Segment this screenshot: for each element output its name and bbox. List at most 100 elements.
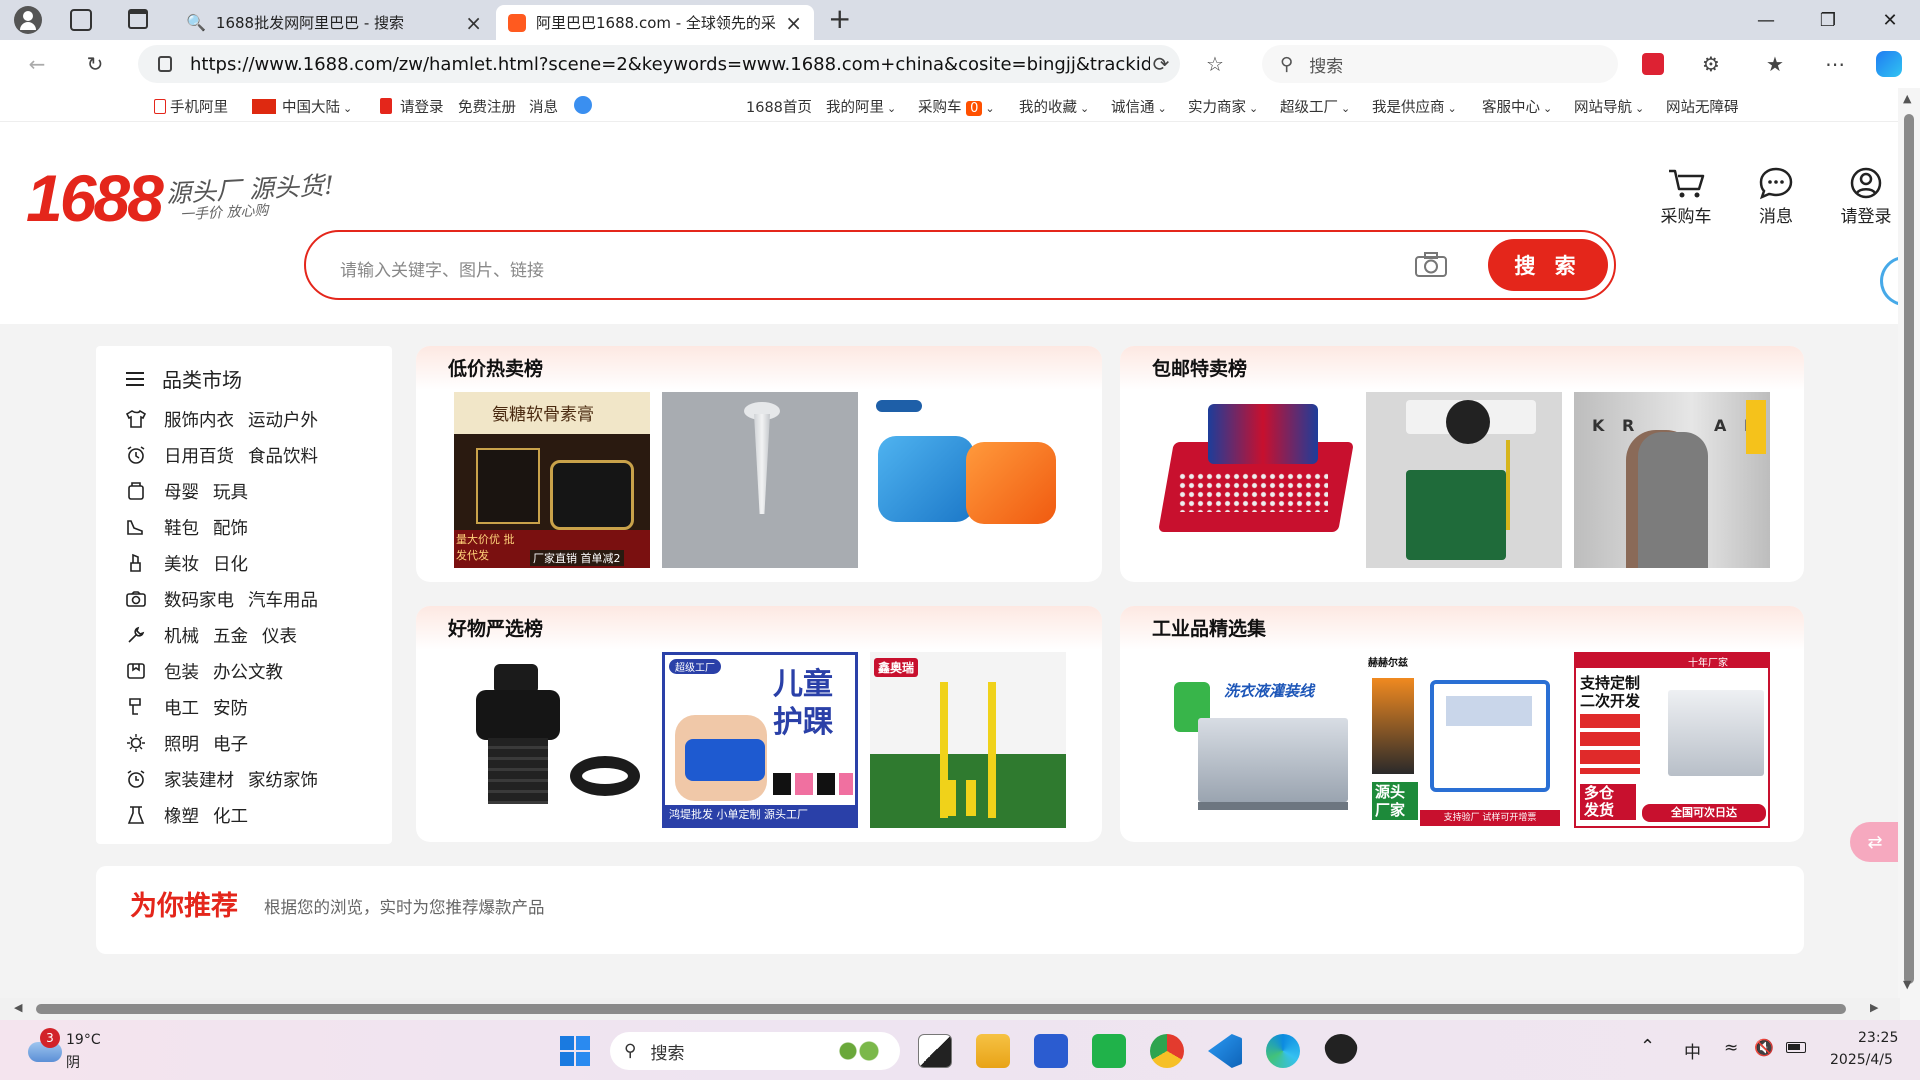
login-link[interactable]: 请登录 (380, 96, 444, 117)
furnace-machine-image[interactable]: 赫赫尔兹 源头厂家 支持验厂 试样可开增票 (1366, 652, 1562, 828)
card-title[interactable]: 工业品精选集 (1152, 614, 1266, 641)
card-title[interactable]: 好物严选榜 (448, 614, 543, 641)
header-messages-button[interactable]: 消息 (1738, 166, 1814, 227)
taskbar-search-input[interactable]: ⚲ 搜索 (610, 1032, 900, 1070)
scroll-right-arrow-icon[interactable]: ▶ (1870, 1001, 1878, 1014)
scroll-left-arrow-icon[interactable]: ◀ (14, 1001, 22, 1014)
horizontal-scrollbar[interactable]: ◀ ▶ (0, 998, 1900, 1020)
card-title[interactable]: 包邮特卖榜 (1152, 354, 1247, 381)
ww-chat-icon[interactable] (574, 96, 592, 118)
back-arrow-icon[interactable]: ← (22, 50, 52, 78)
messages-link[interactable]: 消息 (529, 96, 558, 117)
qq-icon[interactable] (1324, 1034, 1358, 1068)
start-button[interactable] (560, 1036, 590, 1066)
category-row[interactable]: 家装建材 家纺家饰 (126, 766, 332, 792)
category-row[interactable]: 母婴 玩具 (126, 478, 262, 504)
new-tab-button[interactable]: + (828, 2, 851, 35)
workspaces-icon[interactable] (70, 9, 92, 31)
region-selector[interactable]: 中国大陆 ⌄ (252, 96, 352, 117)
nav-my-ali-link[interactable]: 我的阿里 ⌄ (826, 96, 896, 117)
translate-float-icon[interactable]: ⇄ (1850, 822, 1900, 862)
chevron-up-icon[interactable]: ⌃ (1640, 1036, 1655, 1057)
file-explorer-icon[interactable] (976, 1034, 1010, 1068)
read-aloud-icon[interactable]: ⟳ (1146, 50, 1176, 78)
wifi-icon[interactable]: ≈ (1724, 1038, 1738, 1058)
category-row[interactable]: 鞋包 配饰 (126, 514, 262, 540)
vscode-icon[interactable] (1208, 1034, 1242, 1068)
nav-favorites-link[interactable]: 我的收藏 ⌄ (1019, 96, 1089, 117)
plastic-fitting-image[interactable] (454, 652, 650, 828)
nav-supplier-link[interactable]: 我是供应商 ⌄ (1372, 96, 1457, 117)
search-input[interactable]: 请输入关键字、图片、链接 (340, 256, 544, 281)
restore-button[interactable]: ❐ (1808, 6, 1848, 34)
copilot-icon[interactable] (1874, 50, 1904, 78)
nav-home-link[interactable]: 1688首页 (746, 96, 812, 117)
category-row[interactable]: 数码家电 汽车用品 (126, 586, 332, 612)
site-logo[interactable]: 1688 (26, 160, 164, 236)
close-window-button[interactable]: ✕ (1870, 6, 1910, 34)
edge-icon[interactable] (1266, 1034, 1300, 1068)
more-options-icon[interactable]: ⋯ (1820, 50, 1850, 78)
tab-1688[interactable]: 阿里巴巴1688.com - 全球领先的采 × (496, 5, 814, 40)
nav-strong-merchant-link[interactable]: 实力商家 ⌄ (1188, 96, 1258, 117)
filling-machine-image[interactable]: 洗衣液灌装线 (1158, 652, 1354, 828)
ime-indicator[interactable]: 中 (1684, 1038, 1701, 1063)
battery-icon[interactable] (1786, 1042, 1806, 1053)
tank-top-image[interactable]: K R A R (1574, 392, 1770, 568)
volleyball-posts-image[interactable]: 鑫奥瑞 (870, 652, 1066, 828)
nav-service-link[interactable]: 客服中心 ⌄ (1482, 96, 1552, 117)
category-row[interactable]: 日用百货 食品饮料 (126, 442, 332, 468)
nav-sitemap-link[interactable]: 网站导航 ⌄ (1574, 96, 1644, 117)
nav-chengxintong-link[interactable]: 诚信通 ⌄ (1111, 96, 1167, 117)
tab-actions-icon[interactable] (128, 9, 148, 29)
category-row[interactable]: 电工 安防 (126, 694, 262, 720)
ointment-jar-image[interactable]: 氨糖软骨素膏 量大价优 批发代发 厂家直销 首单减2 (454, 392, 650, 568)
weather-widget[interactable]: 3 19°C 阴 (22, 1028, 122, 1074)
nav-cart-link[interactable]: 采购车 0 ⌄ (918, 96, 995, 117)
inflatable-castle-image[interactable] (1158, 392, 1354, 568)
scroll-thumb[interactable] (1904, 114, 1914, 984)
wechat-work-icon[interactable] (1092, 1034, 1126, 1068)
extensions-icon[interactable]: ⚙ (1696, 50, 1726, 78)
scroll-down-arrow-icon[interactable]: ▼ (1903, 978, 1911, 991)
category-row[interactable]: 服饰内衣 运动户外 (126, 406, 332, 432)
microsoft-store-icon[interactable] (1034, 1034, 1068, 1068)
plastic-peg-image[interactable] (662, 392, 858, 568)
volume-muted-icon[interactable]: 🔇 (1754, 1038, 1774, 1057)
nav-super-factory-link[interactable]: 超级工厂 ⌄ (1280, 96, 1350, 117)
translate-extension-icon[interactable] (1638, 50, 1668, 78)
ankle-brace-image[interactable]: 超级工厂 儿童 护踝 鸿堤批发 小单定制 源头工厂 (662, 652, 858, 828)
mobile-ali-link[interactable]: 手机阿里 (154, 96, 228, 117)
camera-icon[interactable] (1414, 252, 1448, 278)
laser-marker-image[interactable]: 十年厂家 支持定制 二次开发 多仓 发货 全国可次日达 (1574, 652, 1770, 828)
minimize-button[interactable]: — (1746, 6, 1786, 34)
register-link[interactable]: 免费注册 (458, 96, 516, 117)
header-cart-button[interactable]: 采购车 (1648, 166, 1724, 227)
scroll-thumb[interactable] (36, 1004, 1846, 1014)
clock-time[interactable]: 23:25 (1858, 1030, 1898, 1046)
close-icon[interactable]: × (785, 11, 802, 35)
category-row[interactable]: 机械 五金 仪表 (126, 622, 311, 648)
card-title[interactable]: 低价热卖榜 (448, 354, 543, 381)
refresh-icon[interactable]: ↻ (80, 50, 110, 78)
nav-accessibility-link[interactable]: 网站无障碍 (1666, 96, 1739, 117)
task-view-icon[interactable] (918, 1034, 952, 1068)
header-login-button[interactable]: 请登录 (1828, 166, 1904, 227)
chrome-icon[interactable] (1150, 1034, 1184, 1068)
swim-armbands-image[interactable] (870, 392, 1066, 568)
scroll-up-arrow-icon[interactable]: ▲ (1903, 92, 1911, 105)
category-row[interactable]: 照明 电子 (126, 730, 262, 756)
favorite-star-icon[interactable]: ☆ (1200, 50, 1230, 78)
circuit-board-image[interactable] (1366, 392, 1562, 568)
clock-date[interactable]: 2025/4/5 (1830, 1052, 1893, 1068)
category-row[interactable]: 美妆 日化 (126, 550, 262, 576)
vertical-scrollbar[interactable]: ▲ ▼ (1898, 88, 1920, 1020)
close-icon[interactable]: × (465, 11, 482, 35)
profile-avatar[interactable] (14, 6, 42, 34)
category-row[interactable]: 橡塑 化工 (126, 802, 262, 828)
favorites-icon[interactable]: ★ (1760, 50, 1790, 78)
address-bar[interactable]: https://www.1688.com/zw/hamlet.html?scen… (138, 45, 1180, 83)
tab-bing-search[interactable]: 🔍 1688批发网阿里巴巴 - 搜索 × (174, 5, 494, 40)
category-row[interactable]: 包装 办公文教 (126, 658, 297, 684)
search-button[interactable]: 搜 索 (1488, 239, 1608, 291)
